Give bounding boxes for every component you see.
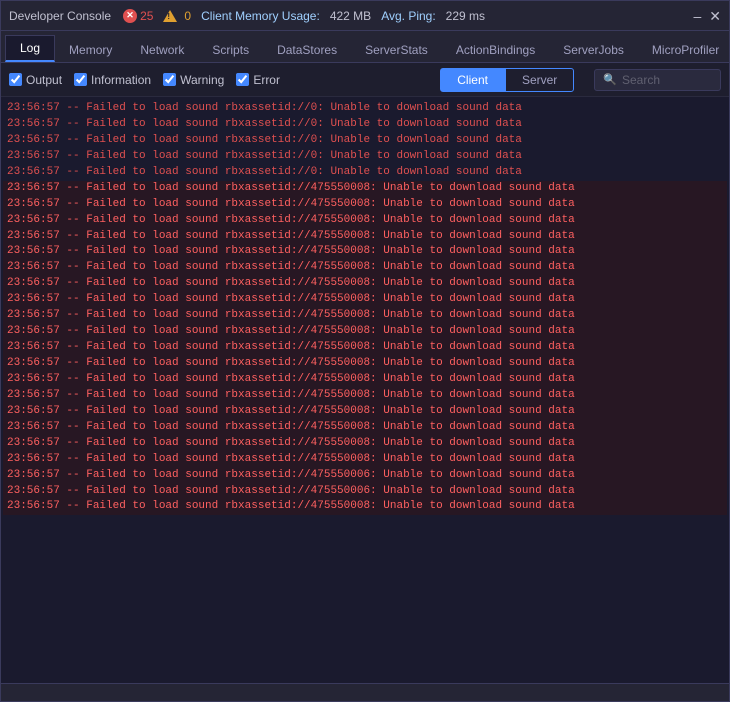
log-line: 23:56:57 -- Failed to load sound rbxasse…	[3, 229, 727, 245]
output-label: Output	[26, 73, 62, 87]
log-line: 23:56:57 -- Failed to load sound rbxasse…	[3, 197, 727, 213]
log-line: 23:56:57 -- Failed to load sound rbxasse…	[3, 484, 727, 500]
close-button[interactable]: ✕	[709, 9, 721, 23]
log-line: 23:56:57 -- Failed to load sound rbxasse…	[3, 404, 727, 420]
server-toggle-button[interactable]: Server	[505, 68, 574, 92]
title-bar-info: ✕ 25 0 Client Memory Usage: 422 MB Avg. …	[123, 9, 693, 23]
information-label: Information	[91, 73, 151, 87]
developer-console-window: Developer Console ✕ 25 0 Client Memory U…	[0, 0, 730, 702]
title-bar-controls: – ✕	[693, 9, 721, 23]
nav-tab-serverstats[interactable]: ServerStats	[351, 38, 442, 62]
log-line: 23:56:57 -- Failed to load sound rbxasse…	[3, 324, 727, 340]
warning-filter[interactable]: Warning	[163, 73, 224, 87]
client-server-toggle: Client Server	[440, 68, 574, 92]
log-line: 23:56:57 -- Failed to load sound rbxasse…	[3, 499, 727, 515]
search-icon: 🔍	[603, 73, 617, 87]
information-checkbox[interactable]	[74, 73, 87, 86]
nav-tab-network[interactable]: Network	[126, 38, 198, 62]
log-line: 23:56:57 -- Failed to load sound rbxasse…	[3, 452, 727, 468]
log-content[interactable]: 23:56:57 -- Failed to load sound rbxasse…	[1, 97, 729, 683]
output-checkbox[interactable]	[9, 73, 22, 86]
log-line: 23:56:57 -- Failed to load sound rbxasse…	[3, 340, 727, 356]
log-line: 23:56:57 -- Failed to load sound rbxasse…	[3, 213, 727, 229]
log-line: 23:56:57 -- Failed to load sound rbxasse…	[3, 260, 727, 276]
log-line: 23:56:57 -- Failed to load sound rbxasse…	[3, 181, 727, 197]
log-line: 23:56:57 -- Failed to load sound rbxasse…	[3, 468, 727, 484]
minimize-button[interactable]: –	[693, 9, 701, 23]
warning-label: Warning	[180, 73, 224, 87]
nav-tab-datastores[interactable]: DataStores	[263, 38, 351, 62]
window-title: Developer Console	[9, 9, 111, 23]
ping-label: Avg. Ping:	[381, 9, 435, 23]
error-circle-icon: ✕	[123, 9, 137, 23]
log-line: 23:56:57 -- Failed to load sound rbxasse…	[3, 276, 727, 292]
title-bar: Developer Console ✕ 25 0 Client Memory U…	[1, 1, 729, 31]
nav-tab-log[interactable]: Log	[5, 35, 55, 62]
search-box: 🔍	[594, 69, 721, 91]
log-line: 23:56:57 -- Failed to load sound rbxasse…	[3, 356, 727, 372]
client-toggle-button[interactable]: Client	[440, 68, 505, 92]
information-filter[interactable]: Information	[74, 73, 151, 87]
log-line: 23:56:57 -- Failed to load sound rbxasse…	[3, 372, 727, 388]
warning-count: 0	[184, 9, 191, 23]
error-badge: ✕ 25	[123, 9, 153, 23]
bottom-bar	[1, 683, 729, 701]
filter-bar: Output Information Warning Error Client …	[1, 63, 729, 97]
log-line: 23:56:57 -- Failed to load sound rbxasse…	[3, 244, 727, 260]
nav-tab-microprofiler[interactable]: MicroProfiler	[638, 38, 730, 62]
log-line: 23:56:57 -- Failed to load sound rbxasse…	[3, 420, 727, 436]
error-checkbox[interactable]	[236, 73, 249, 86]
log-line: 23:56:57 -- Failed to load sound rbxasse…	[3, 117, 727, 133]
output-filter[interactable]: Output	[9, 73, 62, 87]
warning-triangle-icon	[163, 10, 177, 22]
ping-value: 229 ms	[446, 9, 485, 23]
log-line: 23:56:57 -- Failed to load sound rbxasse…	[3, 308, 727, 324]
nav-tab-scripts[interactable]: Scripts	[198, 38, 263, 62]
memory-value: 422 MB	[330, 9, 371, 23]
log-line: 23:56:57 -- Failed to load sound rbxasse…	[3, 292, 727, 308]
nav-tab-actionbindings[interactable]: ActionBindings	[442, 38, 549, 62]
error-count: 25	[140, 9, 153, 23]
nav-tab-serverjobs[interactable]: ServerJobs	[549, 38, 638, 62]
error-label: Error	[253, 73, 280, 87]
memory-label: Client Memory Usage:	[201, 9, 320, 23]
warning-badge: 0	[163, 9, 191, 23]
nav-tab-memory[interactable]: Memory	[55, 38, 126, 62]
log-line: 23:56:57 -- Failed to load sound rbxasse…	[3, 149, 727, 165]
log-line: 23:56:57 -- Failed to load sound rbxasse…	[3, 101, 727, 117]
log-line: 23:56:57 -- Failed to load sound rbxasse…	[3, 436, 727, 452]
warning-checkbox[interactable]	[163, 73, 176, 86]
error-filter[interactable]: Error	[236, 73, 280, 87]
log-line: 23:56:57 -- Failed to load sound rbxasse…	[3, 165, 727, 181]
log-line: 23:56:57 -- Failed to load sound rbxasse…	[3, 133, 727, 149]
nav-tabs: LogMemoryNetworkScriptsDataStoresServerS…	[1, 31, 729, 63]
search-input[interactable]	[622, 73, 712, 87]
log-line: 23:56:57 -- Failed to load sound rbxasse…	[3, 388, 727, 404]
